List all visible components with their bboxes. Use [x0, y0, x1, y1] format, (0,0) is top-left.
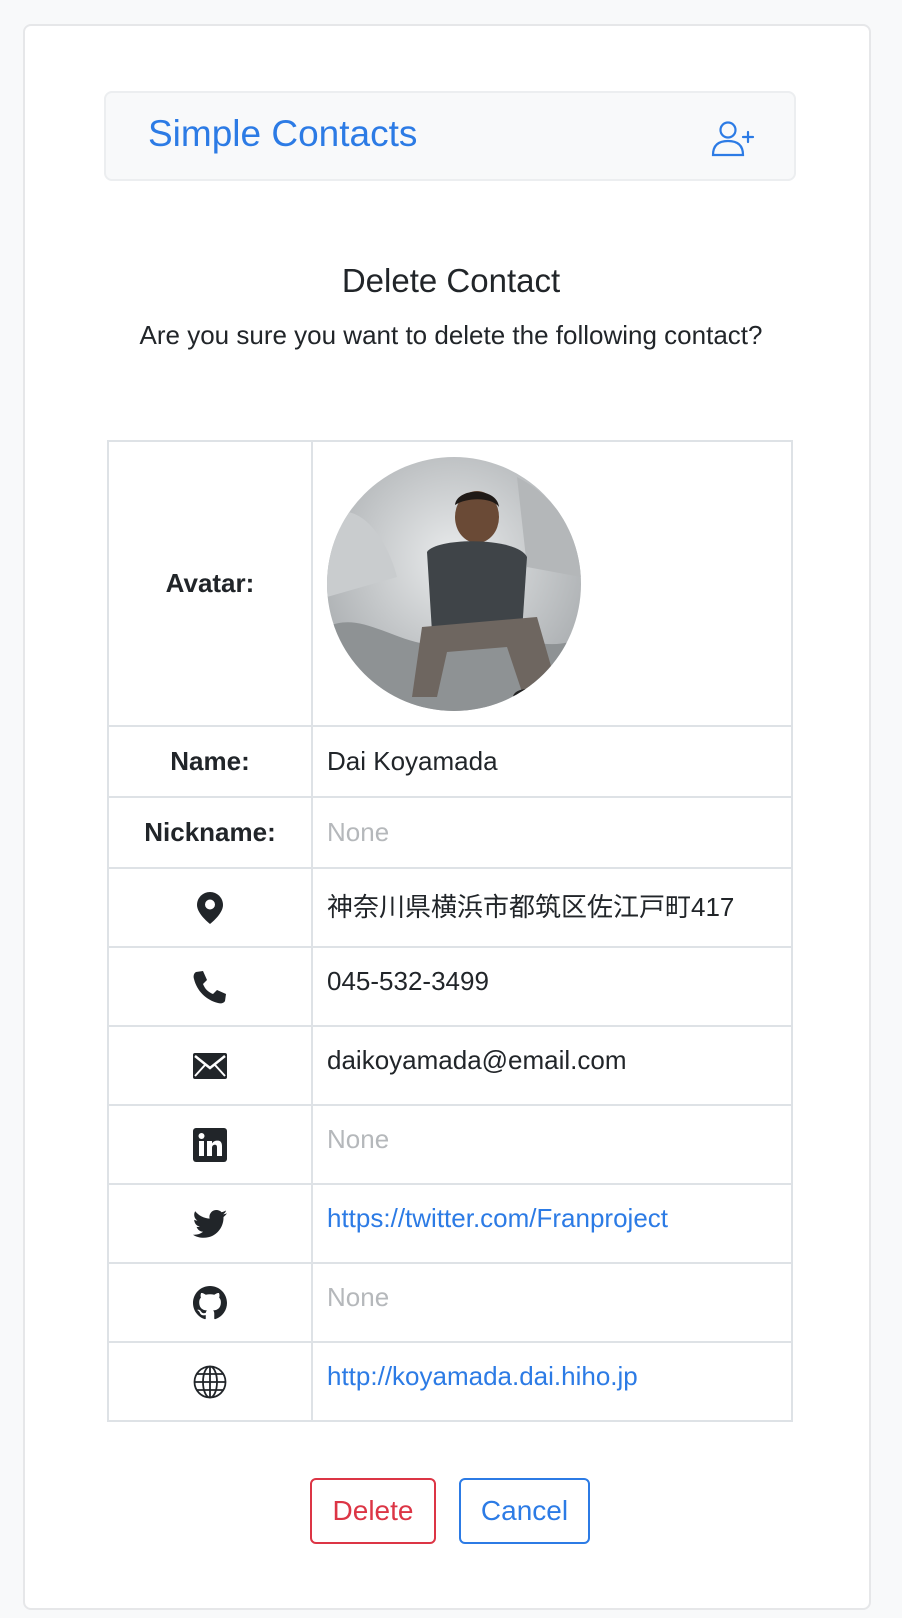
twitter-link[interactable]: https://twitter.com/Franproject: [327, 1203, 668, 1233]
linkedin-value: None: [311, 1104, 793, 1185]
website-value: http://koyamada.dai.hiho.jp: [311, 1341, 793, 1422]
nickname-row: Nickname: None: [107, 796, 793, 869]
avatar-label: Avatar:: [107, 440, 313, 727]
brand-link[interactable]: Simple Contacts: [148, 113, 417, 155]
page-title: Delete Contact: [341, 262, 561, 299]
phone-icon: [193, 970, 226, 1003]
name-row: Name: Dai Koyamada: [107, 725, 793, 798]
phone-value: 045-532-3499: [311, 946, 793, 1027]
add-contact-button[interactable]: [710, 119, 756, 159]
name-value: Dai Koyamada: [311, 725, 793, 798]
email-row: daikoyamada@email.com: [107, 1025, 793, 1106]
website-row: http://koyamada.dai.hiho.jp: [107, 1341, 793, 1422]
avatar-row: Avatar:: [107, 440, 793, 727]
address-value: 神奈川県横浜市都筑区佐江戸町417: [311, 867, 793, 948]
envelope-icon: [193, 1052, 227, 1079]
contact-details-table: Avatar: Name: Dai Koyamada Nickname: Non…: [107, 440, 793, 1422]
map-pin-icon: [197, 891, 223, 924]
linkedin-icon: [193, 1127, 227, 1162]
twitter-icon: [193, 1209, 227, 1238]
address-row: 神奈川県横浜市都筑区佐江戸町417: [107, 867, 793, 948]
linkedin-row: None: [107, 1104, 793, 1185]
github-row: None: [107, 1262, 793, 1343]
person-plus-icon: [711, 121, 755, 157]
avatar: [327, 456, 581, 711]
email-value: daikoyamada@email.com: [311, 1025, 793, 1106]
twitter-value: https://twitter.com/Franproject: [311, 1183, 793, 1264]
delete-button[interactable]: Delete: [310, 1478, 436, 1544]
website-link[interactable]: http://koyamada.dai.hiho.jp: [327, 1361, 638, 1391]
github-value: None: [311, 1262, 793, 1343]
nickname-label: Nickname:: [107, 796, 313, 869]
nickname-value: None: [311, 796, 793, 869]
navbar: Simple Contacts: [104, 91, 796, 181]
twitter-row: https://twitter.com/Franproject: [107, 1183, 793, 1264]
confirm-message: Are you sure you want to delete the foll…: [139, 320, 763, 350]
cancel-button[interactable]: Cancel: [459, 1478, 590, 1544]
avatar-cell: [311, 440, 793, 727]
globe-icon: [193, 1365, 227, 1398]
github-icon: [193, 1285, 227, 1319]
name-label: Name:: [107, 725, 313, 798]
phone-row: 045-532-3499: [107, 946, 793, 1027]
